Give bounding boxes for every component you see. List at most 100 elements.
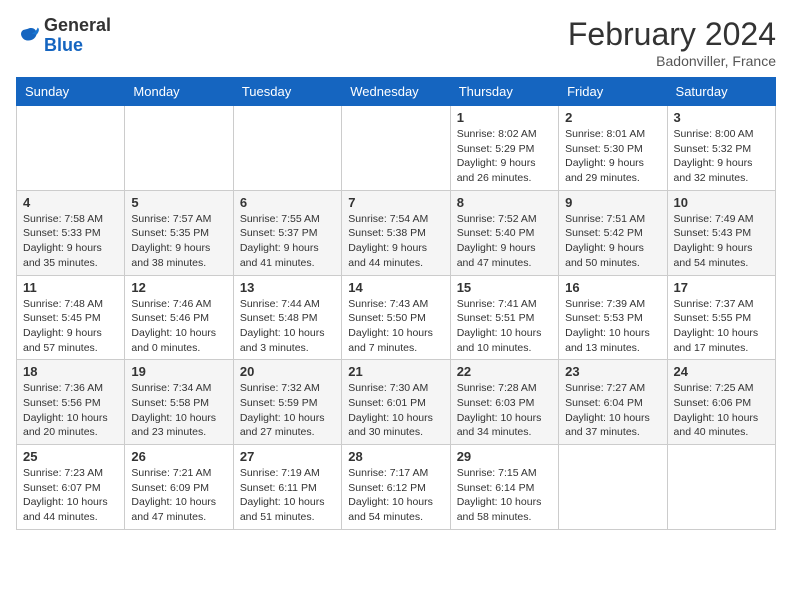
month-title: February 2024 [568, 16, 776, 53]
day-number: 19 [131, 364, 226, 379]
logo-bird-icon [16, 24, 40, 48]
calendar-cell: 11Sunrise: 7:48 AM Sunset: 5:45 PM Dayli… [17, 275, 125, 360]
calendar-cell: 10 Sunrise: 7:49 AM Sunset: 5:43 PM Dayli… [667, 190, 775, 275]
calendar-week-row: 1 Sunrise: 8:02 AM Sunset: 5:29 PM Daylig… [17, 106, 776, 191]
day-number: 22 [457, 364, 552, 379]
calendar-cell [667, 445, 775, 530]
day-info: Sunrise: 7:32 AM Sunset: 5:59 PM Dayligh… [240, 381, 335, 440]
calendar-cell: 23 Sunrise: 7:27 AM Sunset: 6:04 PM Dayli… [559, 360, 667, 445]
day-number: 8 [457, 195, 552, 210]
day-info: Sunrise: 7:41 AM Sunset: 5:51 PM Dayligh… [457, 297, 552, 356]
day-info: Sunrise: 7:52 AM Sunset: 5:40 PM Dayligh… [457, 212, 552, 271]
calendar-cell: 26 Sunrise: 7:21 AM Sunset: 6:09 PM Dayli… [125, 445, 233, 530]
day-info: Sunrise: 8:02 AM Sunset: 5:29 PM Dayligh… [457, 127, 552, 186]
calendar-cell: 19 Sunrise: 7:34 AM Sunset: 5:58 PM Dayli… [125, 360, 233, 445]
day-number: 7 [348, 195, 443, 210]
day-info: Sunrise: 7:44 AM Sunset: 5:48 PM Dayligh… [240, 297, 335, 356]
day-number: 20 [240, 364, 335, 379]
day-number: 17 [674, 280, 769, 295]
day-number: 13 [240, 280, 335, 295]
calendar-cell: 5 Sunrise: 7:57 AM Sunset: 5:35 PM Daylig… [125, 190, 233, 275]
day-info: Sunrise: 7:57 AM Sunset: 5:35 PM Dayligh… [131, 212, 226, 271]
day-info: Sunrise: 7:21 AM Sunset: 6:09 PM Dayligh… [131, 466, 226, 525]
day-info: Sunrise: 7:58 AM Sunset: 5:33 PM Dayligh… [23, 212, 118, 271]
calendar-cell: 22 Sunrise: 7:28 AM Sunset: 6:03 PM Dayli… [450, 360, 558, 445]
calendar-table: SundayMondayTuesdayWednesdayThursdayFrid… [16, 77, 776, 530]
day-number: 12 [131, 280, 226, 295]
day-number: 10 [674, 195, 769, 210]
day-number: 1 [457, 110, 552, 125]
calendar-cell: 6 Sunrise: 7:55 AM Sunset: 5:37 PM Daylig… [233, 190, 341, 275]
day-info: Sunrise: 7:37 AM Sunset: 5:55 PM Dayligh… [674, 297, 769, 356]
calendar-cell: 7 Sunrise: 7:54 AM Sunset: 5:38 PM Daylig… [342, 190, 450, 275]
day-number: 2 [565, 110, 660, 125]
day-number: 28 [348, 449, 443, 464]
title-section: February 2024 Badonviller, France [568, 16, 776, 69]
day-of-week-header: Sunday [17, 78, 125, 106]
logo: General Blue [16, 16, 111, 56]
calendar-cell [125, 106, 233, 191]
day-info: Sunrise: 7:34 AM Sunset: 5:58 PM Dayligh… [131, 381, 226, 440]
day-of-week-header: Tuesday [233, 78, 341, 106]
day-info: Sunrise: 8:01 AM Sunset: 5:30 PM Dayligh… [565, 127, 660, 186]
day-number: 5 [131, 195, 226, 210]
calendar-header-row: SundayMondayTuesdayWednesdayThursdayFrid… [17, 78, 776, 106]
calendar-cell: 21 Sunrise: 7:30 AM Sunset: 6:01 PM Dayli… [342, 360, 450, 445]
day-number: 16 [565, 280, 660, 295]
day-info: Sunrise: 7:28 AM Sunset: 6:03 PM Dayligh… [457, 381, 552, 440]
calendar-cell [342, 106, 450, 191]
day-info: Sunrise: 7:36 AM Sunset: 5:56 PM Dayligh… [23, 381, 118, 440]
day-info: Sunrise: 7:54 AM Sunset: 5:38 PM Dayligh… [348, 212, 443, 271]
calendar-cell: 16 Sunrise: 7:39 AM Sunset: 5:53 PM Dayli… [559, 275, 667, 360]
day-info: Sunrise: 7:39 AM Sunset: 5:53 PM Dayligh… [565, 297, 660, 356]
day-info: Sunrise: 7:51 AM Sunset: 5:42 PM Dayligh… [565, 212, 660, 271]
day-number: 29 [457, 449, 552, 464]
day-info: Sunrise: 7:19 AM Sunset: 6:11 PM Dayligh… [240, 466, 335, 525]
calendar-cell: 24 Sunrise: 7:25 AM Sunset: 6:06 PM Dayli… [667, 360, 775, 445]
day-of-week-header: Thursday [450, 78, 558, 106]
day-number: 21 [348, 364, 443, 379]
calendar-cell [17, 106, 125, 191]
calendar-week-row: 11Sunrise: 7:48 AM Sunset: 5:45 PM Dayli… [17, 275, 776, 360]
day-number: 6 [240, 195, 335, 210]
day-number: 15 [457, 280, 552, 295]
calendar-cell [233, 106, 341, 191]
calendar-cell: 27 Sunrise: 7:19 AM Sunset: 6:11 PM Dayli… [233, 445, 341, 530]
day-number: 26 [131, 449, 226, 464]
day-info: Sunrise: 7:17 AM Sunset: 6:12 PM Dayligh… [348, 466, 443, 525]
calendar-cell: 29Sunrise: 7:15 AM Sunset: 6:14 PM Dayli… [450, 445, 558, 530]
calendar-cell: 20 Sunrise: 7:32 AM Sunset: 5:59 PM Dayli… [233, 360, 341, 445]
calendar-cell: 14Sunrise: 7:43 AM Sunset: 5:50 PM Dayli… [342, 275, 450, 360]
day-number: 14 [348, 280, 443, 295]
day-number: 24 [674, 364, 769, 379]
calendar-cell: 15 Sunrise: 7:41 AM Sunset: 5:51 PM Dayli… [450, 275, 558, 360]
calendar-week-row: 4 Sunrise: 7:58 AM Sunset: 5:33 PM Daylig… [17, 190, 776, 275]
page-header: General Blue February 2024 Badonviller, … [16, 16, 776, 69]
calendar-week-row: 25Sunrise: 7:23 AM Sunset: 6:07 PM Dayli… [17, 445, 776, 530]
day-number: 3 [674, 110, 769, 125]
calendar-cell: 4 Sunrise: 7:58 AM Sunset: 5:33 PM Daylig… [17, 190, 125, 275]
day-info: Sunrise: 7:30 AM Sunset: 6:01 PM Dayligh… [348, 381, 443, 440]
calendar-cell: 18Sunrise: 7:36 AM Sunset: 5:56 PM Dayli… [17, 360, 125, 445]
calendar-cell [559, 445, 667, 530]
day-number: 11 [23, 280, 118, 295]
day-number: 25 [23, 449, 118, 464]
logo-text: General Blue [44, 16, 111, 56]
calendar-cell: 28 Sunrise: 7:17 AM Sunset: 6:12 PM Dayli… [342, 445, 450, 530]
calendar-week-row: 18Sunrise: 7:36 AM Sunset: 5:56 PM Dayli… [17, 360, 776, 445]
day-info: Sunrise: 7:55 AM Sunset: 5:37 PM Dayligh… [240, 212, 335, 271]
day-of-week-header: Monday [125, 78, 233, 106]
calendar-cell: 8 Sunrise: 7:52 AM Sunset: 5:40 PM Daylig… [450, 190, 558, 275]
day-of-week-header: Friday [559, 78, 667, 106]
day-number: 27 [240, 449, 335, 464]
calendar-cell: 3Sunrise: 8:00 AM Sunset: 5:32 PM Daylig… [667, 106, 775, 191]
calendar-cell: 1 Sunrise: 8:02 AM Sunset: 5:29 PM Daylig… [450, 106, 558, 191]
day-number: 4 [23, 195, 118, 210]
day-info: Sunrise: 7:27 AM Sunset: 6:04 PM Dayligh… [565, 381, 660, 440]
day-of-week-header: Wednesday [342, 78, 450, 106]
day-of-week-header: Saturday [667, 78, 775, 106]
calendar-cell: 2 Sunrise: 8:01 AM Sunset: 5:30 PM Daylig… [559, 106, 667, 191]
day-info: Sunrise: 7:25 AM Sunset: 6:06 PM Dayligh… [674, 381, 769, 440]
day-number: 23 [565, 364, 660, 379]
day-info: Sunrise: 7:49 AM Sunset: 5:43 PM Dayligh… [674, 212, 769, 271]
